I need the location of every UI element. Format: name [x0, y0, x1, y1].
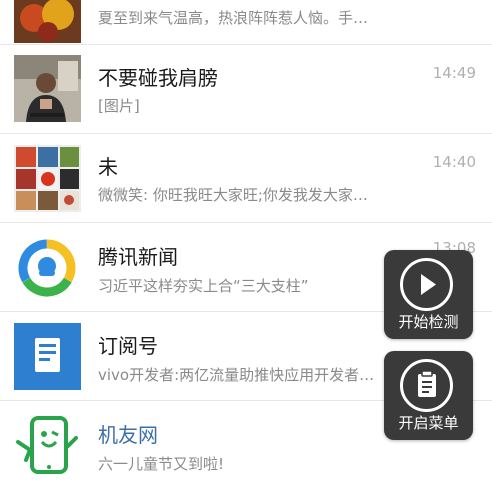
chat-name: 未 — [98, 155, 118, 179]
chat-time: 14:49 — [432, 64, 476, 82]
subscription-doc-icon — [14, 323, 81, 390]
jiyou-phone-logo-icon — [14, 412, 81, 479]
start-detection-label: 开始检测 — [398, 313, 459, 331]
tencent-news-logo-icon — [14, 234, 81, 301]
chat-name: 机友网 — [98, 423, 158, 447]
chat-time: 14:40 — [432, 153, 476, 171]
chat-preview: vivo开发者:两亿流量助推快应用开发者… — [98, 366, 375, 384]
chat-name: 不要碰我肩膀 — [98, 66, 218, 90]
clipboard-icon — [400, 359, 453, 412]
flower-thumbnail-icon — [14, 0, 81, 43]
chat-row[interactable]: 夏至到来气温高，热浪阵阵惹人恼。手… — [0, 0, 492, 45]
chat-preview: 微微笑: 你旺我旺大家旺;你发我发大家… — [98, 186, 368, 204]
open-menu-label: 开启菜单 — [398, 414, 459, 432]
chat-row[interactable]: 未 微微笑: 你旺我旺大家旺;你发我发大家… 14:40 — [0, 134, 492, 223]
chat-preview: 夏至到来气温高，热浪阵阵惹人恼。手… — [98, 9, 369, 27]
chat-preview: 六一儿童节又到啦! — [98, 455, 225, 473]
person-photo-icon — [14, 55, 81, 122]
play-icon — [400, 258, 453, 311]
open-menu-button[interactable]: 开启菜单 — [384, 351, 473, 440]
chat-name: 订阅号 — [98, 334, 158, 358]
chat-preview: 习近平这样夯实上合“三大支柱” — [98, 277, 309, 295]
chat-preview: [图片] — [98, 97, 140, 115]
start-detection-button[interactable]: 开始检测 — [384, 250, 473, 339]
chat-row[interactable]: 不要碰我肩膀 [图片] 14:49 — [0, 45, 492, 134]
group-grid-icon — [14, 145, 81, 212]
chat-name: 腾讯新闻 — [98, 245, 178, 269]
